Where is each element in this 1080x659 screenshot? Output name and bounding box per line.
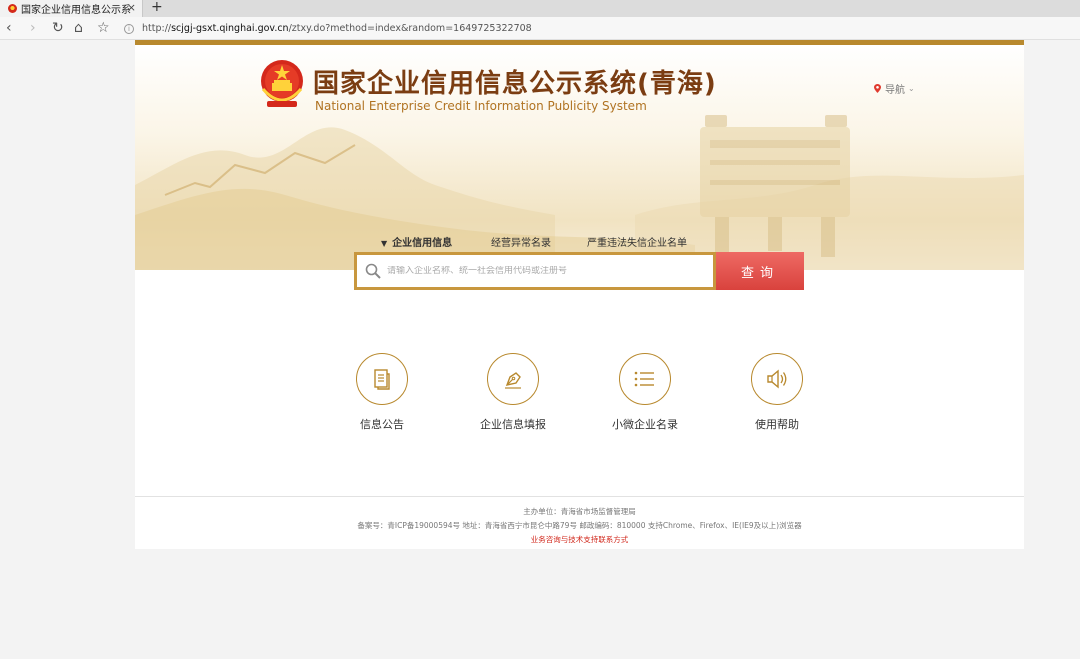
browser-tab[interactable]: 国家企业信用信息公示系统 × [0,0,143,17]
search-icon [365,263,381,279]
reload-icon[interactable]: ↻ [52,19,64,37]
feature-label: 小微企业名录 [612,418,678,431]
url-host: scjgj-gsxt.qinghai.gov.cn [171,23,289,34]
chevron-down-icon: ⌄ [908,84,915,93]
tab-credit-info[interactable]: ▼ 企业信用信息 [381,234,452,249]
browser-toolbar: ‹ › ↻ ⌂ ☆ i http://scjgj-gsxt.qinghai.go… [0,17,1080,40]
search-box [354,252,716,290]
back-icon[interactable]: ‹ [6,19,12,37]
feature-micro-enterprise-list[interactable]: 小微企业名录 [595,353,695,432]
list-icon [634,371,654,387]
footer-record-info: 备案号：青ICP备19000594号 地址：青海省西宁市昆仑中路79号 邮政编码… [357,521,802,530]
bookmark-star-icon[interactable]: ☆ [97,19,110,37]
tab-abnormal-list[interactable]: 经营异常名录 [491,234,551,249]
page-footer: 主办单位：青海省市场监督管理局 备案号：青ICP备19000594号 地址：青海… [135,496,1024,549]
feature-enterprise-report[interactable]: 企业信息填报 [463,353,563,432]
footer-sponsor: 主办单位：青海省市场监督管理局 [523,507,636,516]
url-prefix: http:// [142,23,172,34]
close-tab-icon[interactable]: × [127,1,136,14]
tab-credit-info-label: 企业信用信息 [392,238,453,249]
feature-circle [619,353,671,405]
home-icon[interactable]: ⌂ [74,19,83,37]
address-bar[interactable]: i http://scjgj-gsxt.qinghai.gov.cn/ztxy.… [124,20,1064,37]
browser-tab-title: 国家企业信用信息公示系统 [21,5,131,16]
feature-help[interactable]: 使用帮助 [727,353,827,432]
feature-circle [356,353,408,405]
search-input[interactable] [387,266,707,276]
active-tab-triangle-icon: ▼ [381,239,388,248]
search-type-tabs: ▼ 企业信用信息 经营异常名录 严重违法失信企业名单 [381,234,711,250]
feature-circle [751,353,803,405]
document-icon [374,369,390,390]
feature-circle [487,353,539,405]
site-title: 国家企业信用信息公示系统(青海) [313,69,717,99]
feature-info-notice[interactable]: 信息公告 [332,353,432,432]
support-contact-link[interactable]: 业务咨询与技术支持联系方式 [135,534,1024,545]
feature-label: 企业信息填报 [480,418,546,431]
page-container: 国家企业信用信息公示系统(青海) National Enterprise Cre… [135,40,1024,549]
navigation-label: 导航 [885,85,905,96]
navigation-menu-button[interactable]: 导航 ⌄ [874,81,915,96]
browser-tabbar: 国家企业信用信息公示系统 × + [0,0,1080,17]
speaker-icon [767,369,787,389]
tab-serious-violation-list[interactable]: 严重违法失信企业名单 [587,234,687,249]
url-path: /ztxy.do?method=index&random=16497253227… [288,23,532,34]
site-info-icon[interactable]: i [124,23,134,34]
pen-icon [505,372,521,389]
feature-label: 使用帮助 [755,418,799,431]
new-tab-button[interactable]: + [151,0,163,15]
site-subtitle: National Enterprise Credit Information P… [315,99,647,113]
feature-label: 信息公告 [360,418,404,431]
forward-icon[interactable]: › [30,19,36,37]
emblem-favicon-icon [8,4,17,13]
location-pin-icon [874,84,881,93]
search-button[interactable]: 查询 [716,252,804,290]
national-emblem-logo [261,60,303,107]
header-banner: 国家企业信用信息公示系统(青海) National Enterprise Cre… [135,45,1024,270]
